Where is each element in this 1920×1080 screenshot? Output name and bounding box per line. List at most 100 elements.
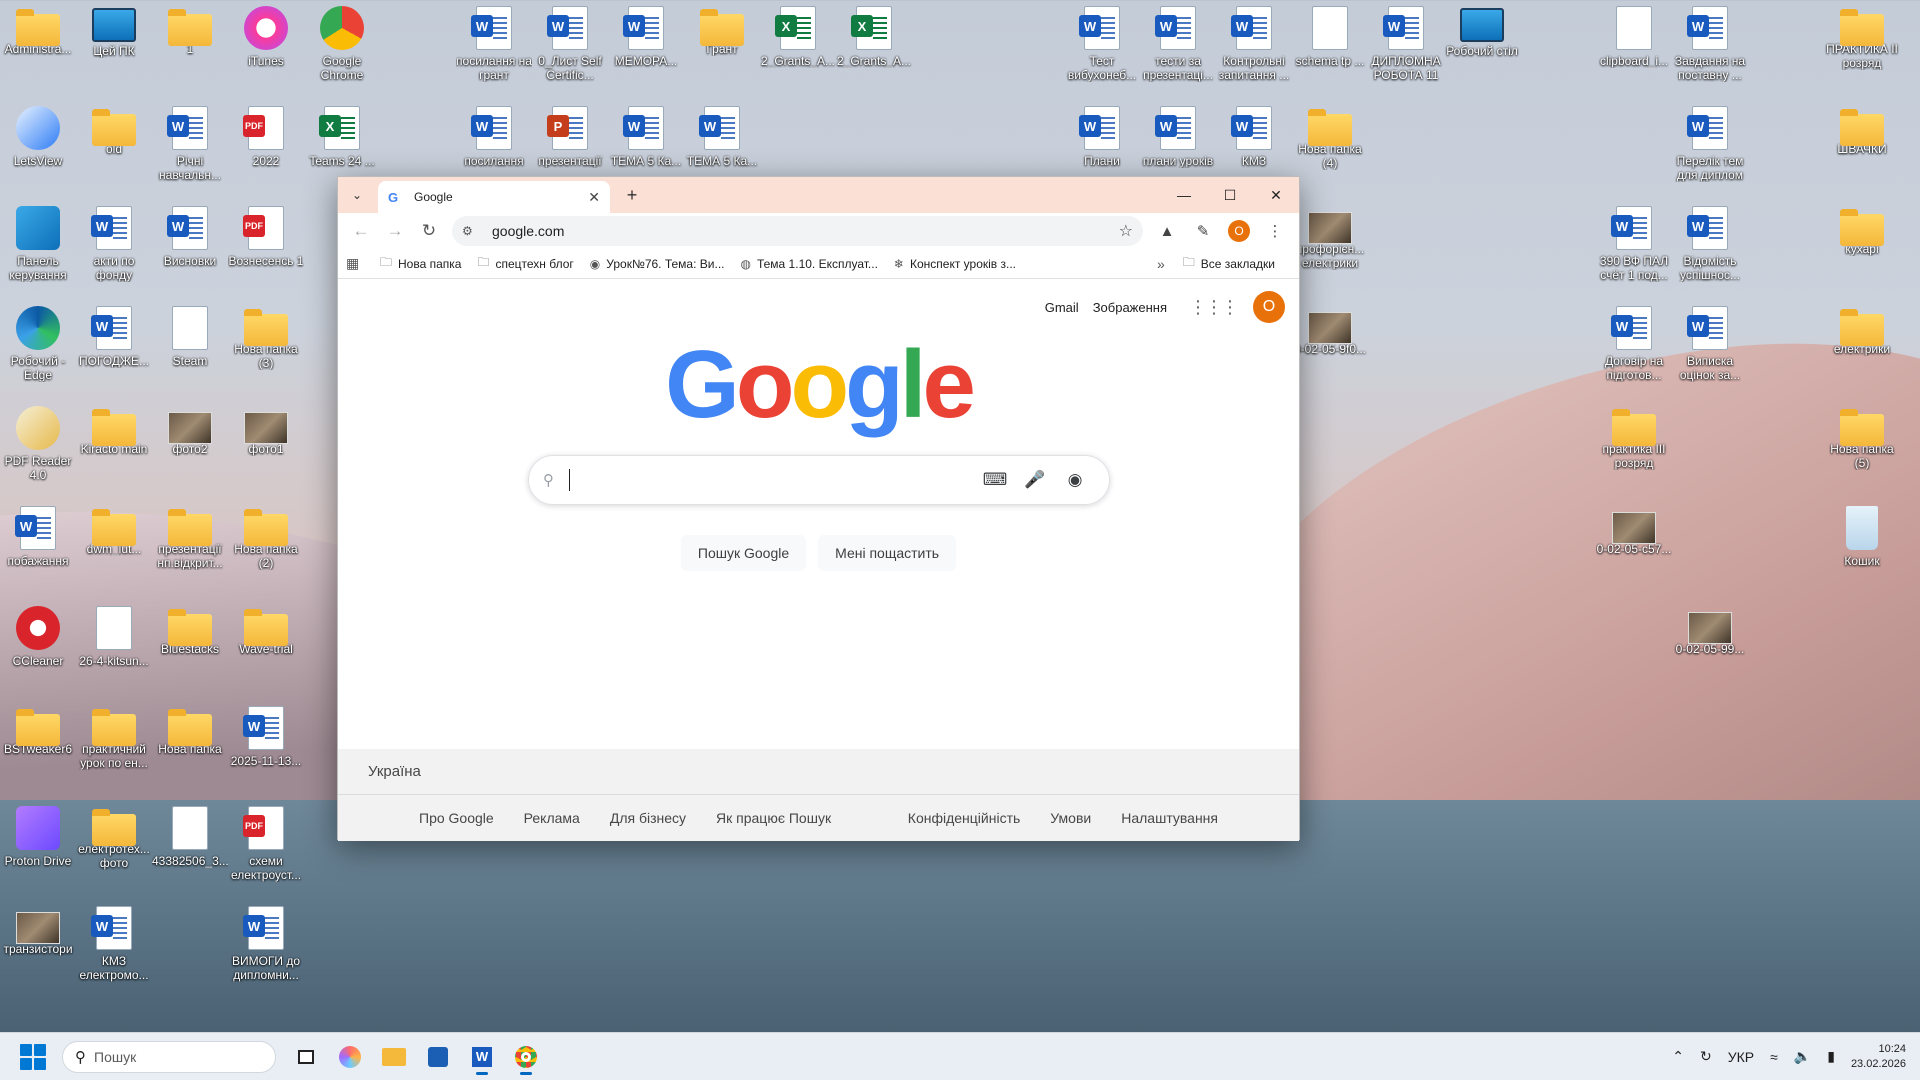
desktop-icon[interactable]: PDF Вознесенсь 1 [228, 206, 304, 302]
desktop-icon[interactable]: dwm_lut... [76, 506, 152, 602]
microphone-icon[interactable]: 🎤 [1015, 470, 1055, 490]
clock[interactable]: 10:24 23.02.2026 [1851, 1042, 1906, 1072]
desktop-icon[interactable]: практичний урок по ен... [76, 706, 152, 802]
desktop-icon[interactable]: iTunes [228, 6, 304, 102]
desktop-icon[interactable]: Wave-trial [228, 606, 304, 702]
bookmark-star-icon[interactable]: ☆ [1119, 221, 1133, 241]
desktop-icon[interactable]: 0-02-05-c57... [1596, 506, 1672, 602]
desktop-icon[interactable]: W Перелік тем для диплом [1672, 106, 1748, 202]
desktop-icon[interactable]: Steam [152, 306, 228, 402]
bookmark-item[interactable]: ◍ Тема 1.10. Експлуат... [740, 253, 877, 274]
maximize-button[interactable]: ☐ [1207, 177, 1253, 213]
desktop-icon[interactable]: X 2_Grants_A... [760, 6, 836, 102]
desktop-icon[interactable]: clipboard_i... [1596, 6, 1672, 102]
start-button[interactable] [20, 1043, 46, 1070]
forward-button[interactable]: → [378, 216, 412, 246]
wifi-icon[interactable]: ≈ [1770, 1049, 1778, 1065]
desktop-icon[interactable]: old [76, 106, 152, 202]
bookmark-item[interactable]: ◉ Урок№76. Тема: Ви... [590, 253, 725, 274]
desktop-icon[interactable]: Нова папка (2) [228, 506, 304, 602]
tab-google[interactable]: G Google ✕ [378, 181, 610, 213]
input-language[interactable]: УКР [1728, 1049, 1754, 1065]
search-box[interactable]: ⚲ ⌨ 🎤 ◉ [528, 455, 1110, 505]
desktop-icon[interactable]: фото2 [152, 406, 228, 502]
taskbar-copilot[interactable] [328, 1037, 372, 1077]
profile-button[interactable]: O [1221, 216, 1257, 246]
desktop-icon[interactable]: Нова папка (4) [1292, 106, 1368, 202]
tray-overflow-icon[interactable]: ⌃ [1672, 1048, 1684, 1065]
desktop-icon[interactable]: Kiracto main [76, 406, 152, 502]
desktop-icon[interactable]: Робочий - Edge [0, 306, 76, 402]
close-window-button[interactable]: ✕ [1253, 177, 1299, 213]
desktop-icon[interactable]: ШВАЧКИ [1824, 106, 1900, 202]
desktop-icon[interactable]: кухарі [1824, 206, 1900, 302]
new-tab-button[interactable]: + [620, 185, 644, 206]
desktop-icon[interactable]: LetsView [0, 106, 76, 202]
desktop-icon[interactable]: W 390 ВФ ПАЛ счёт 1 под... [1596, 206, 1672, 302]
bookmark-item[interactable]: ❄ Конспект уроків з... [894, 253, 1016, 274]
desktop-icon[interactable]: Грант [684, 6, 760, 102]
desktop-icon[interactable]: 26-4-kitsun... [76, 606, 152, 702]
feeling-lucky-button[interactable]: Мені пощастить [818, 535, 957, 571]
desktop-icon[interactable]: BSTweaker6 [0, 706, 76, 802]
desktop-icon[interactable]: W МЕМОРА... [608, 6, 684, 102]
extensions-puzzle-icon[interactable]: ✎ [1185, 216, 1221, 246]
google-search-button[interactable]: Пошук Google [680, 535, 807, 571]
desktop-icon[interactable]: 0-02-05-9f0... [1292, 306, 1368, 402]
sync-icon[interactable]: ↻ [1700, 1048, 1712, 1065]
desktop-icon[interactable]: Нова папка [152, 706, 228, 802]
desktop-icon[interactable]: Wакти по фонду [76, 206, 152, 302]
desktop-icon[interactable]: X 2_Grants_A... [836, 6, 912, 102]
address-bar[interactable]: ⚙ google.com ☆ [452, 216, 1143, 246]
taskbar-chrome[interactable] [504, 1037, 548, 1077]
search-input[interactable] [569, 469, 975, 491]
desktop-icon[interactable]: Кошик [1824, 506, 1900, 602]
desktop-icon[interactable]: 0-02-05-99... [1672, 606, 1748, 702]
bookmark-item[interactable]: 🗀 Нова папка [380, 253, 461, 274]
desktop-icon[interactable]: W Завдання на поставну ... [1672, 6, 1748, 102]
desktop-icon[interactable]: електротех... фото [76, 806, 152, 902]
extension-lamp-icon[interactable]: ▲ [1149, 216, 1185, 246]
chrome-menu-icon[interactable]: ⋮ [1257, 216, 1293, 246]
desktop-icon[interactable]: Нова папка (3) [228, 306, 304, 402]
desktop-icon[interactable]: W ВИМОГИ до дипломни... [228, 906, 304, 1002]
desktop-icon[interactable]: W 0_Лист Self Certific... [532, 6, 608, 102]
reload-button[interactable]: ↻ [412, 216, 446, 246]
desktop-icon[interactable]: W ПОГОДЖЕ... [76, 306, 152, 402]
desktop-icon[interactable]: Wтести за презентаці... [1140, 6, 1216, 102]
desktop-icon[interactable]: Wпобажання [0, 506, 76, 602]
desktop-icon[interactable]: W Договір на підготов... [1596, 306, 1672, 402]
desktop-icon[interactable]: W Тест вибухонеб... [1064, 6, 1140, 102]
footer-link[interactable]: Реклама [524, 810, 580, 826]
desktop-icon[interactable]: ПРАКТИКА ІІ розряд [1824, 6, 1900, 102]
desktop-icon[interactable]: W Виписка оцінок за... [1672, 306, 1748, 402]
desktop-icon[interactable]: Proton Drive [0, 806, 76, 902]
google-apps-icon[interactable]: ⋮⋮⋮ [1189, 297, 1239, 318]
more-bookmarks-icon[interactable]: » [1157, 256, 1165, 272]
footer-link[interactable]: Умови [1050, 810, 1091, 826]
desktop-icon[interactable]: Administra... [0, 6, 76, 102]
footer-link[interactable]: Конфіденційність [908, 810, 1021, 826]
gmail-link[interactable]: Gmail [1045, 300, 1079, 315]
desktop-icon[interactable]: Google Chrome [304, 6, 380, 102]
keyboard-icon[interactable]: ⌨ [975, 470, 1015, 490]
desktop-icon[interactable]: профорієн... електрики [1292, 206, 1368, 302]
battery-icon[interactable]: ▮ [1827, 1048, 1835, 1065]
all-bookmarks[interactable]: 🗀 Все закладки [1183, 253, 1275, 274]
taskbar-search[interactable]: ⚲ Пошук [62, 1040, 276, 1073]
desktop-icon[interactable]: PDF схеми електроуст... [228, 806, 304, 902]
desktop-icon[interactable]: фото1 [228, 406, 304, 502]
footer-link[interactable]: Як працює Пошук [716, 810, 831, 826]
desktop-icon[interactable]: schema tp ... [1292, 6, 1368, 102]
footer-link[interactable]: Для бізнесу [610, 810, 686, 826]
footer-link[interactable]: Налаштування [1121, 810, 1218, 826]
desktop-icon[interactable]: W Висновки [152, 206, 228, 302]
desktop-icon[interactable]: 43382506_3... [152, 806, 228, 902]
desktop-icon[interactable]: практика ІІІ розряд [1596, 406, 1672, 502]
desktop-icon[interactable]: Bluestacks [152, 606, 228, 702]
desktop-icon[interactable]: W 2025-11-13... [228, 706, 304, 802]
desktop-icon[interactable]: PDF Reader 4.0 [0, 406, 76, 502]
site-info-icon[interactable]: ⚙ [462, 224, 486, 238]
tab-search-button[interactable]: ⌄ [344, 183, 370, 207]
desktop-icon[interactable]: W Річні навчальн... [152, 106, 228, 202]
